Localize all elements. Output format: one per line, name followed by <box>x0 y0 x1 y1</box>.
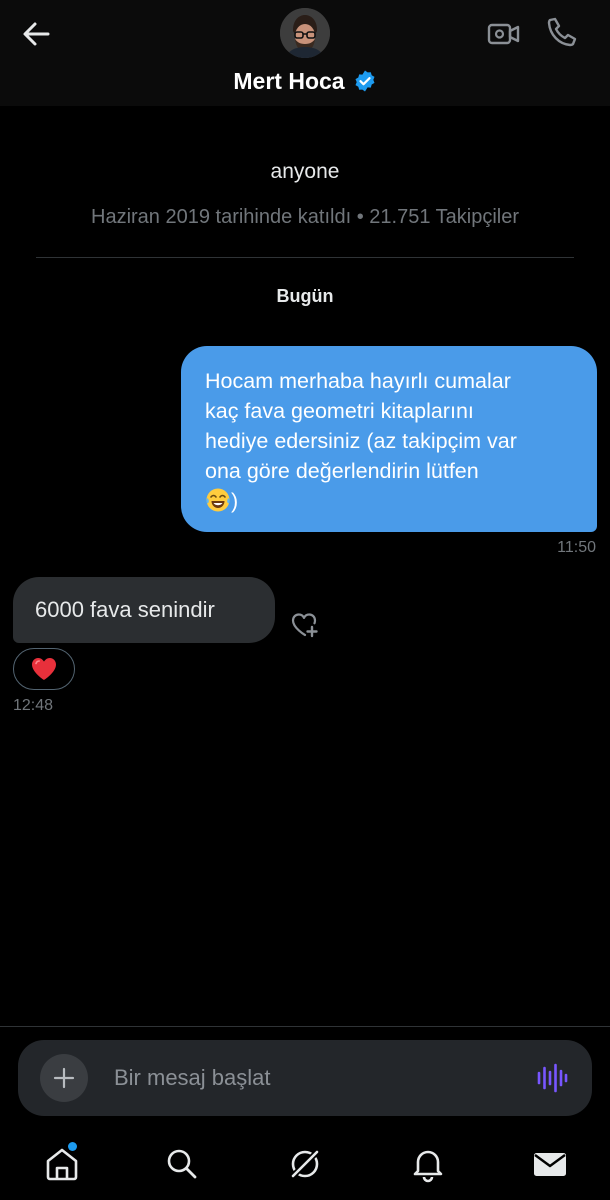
nav-home[interactable] <box>42 1144 82 1184</box>
conversation-header: Mert Hoca <box>0 0 610 106</box>
message-input[interactable] <box>114 1058 514 1098</box>
grok-icon <box>289 1148 321 1180</box>
video-call-icon <box>487 23 520 45</box>
avatar-image <box>280 8 330 58</box>
message-line: kaç fava geometri kitaplarını <box>205 399 474 423</box>
message-line: hediye edersiniz (az takipçim var <box>205 429 517 453</box>
contact-name-row[interactable]: Mert Hoca <box>0 64 610 98</box>
outgoing-message-bubble[interactable]: Hocam merhaba hayırlı cumalar kaç fava g… <box>181 346 597 532</box>
avatar[interactable] <box>280 8 330 58</box>
divider <box>36 257 574 258</box>
profile-handle[interactable]: anyone <box>0 160 610 184</box>
date-separator: Bugün <box>276 286 334 306</box>
video-call-button[interactable] <box>486 16 522 52</box>
voice-waveform-icon <box>537 1063 568 1093</box>
nav-messages[interactable] <box>530 1144 570 1184</box>
nav-grok[interactable] <box>285 1144 325 1184</box>
divider <box>0 1026 610 1027</box>
message-line: ona göre değerlendirin lütfen <box>205 459 479 483</box>
home-notification-dot <box>68 1142 77 1151</box>
bell-icon <box>413 1150 443 1183</box>
heart-plus-icon <box>291 613 318 638</box>
verified-badge-icon <box>355 70 375 92</box>
tears-of-joy-emoji-icon <box>206 488 230 512</box>
nav-search[interactable] <box>162 1144 202 1184</box>
bottom-navigation <box>0 1128 610 1200</box>
nav-notifications[interactable] <box>408 1144 448 1184</box>
voice-call-button[interactable] <box>544 14 580 50</box>
message-timestamp: 11:50 <box>557 539 596 556</box>
message-composer <box>18 1040 592 1116</box>
contact-name: Mert Hoca <box>233 67 345 94</box>
add-reaction-button[interactable] <box>288 608 322 642</box>
add-media-button[interactable] <box>40 1054 88 1102</box>
mail-icon <box>534 1153 566 1176</box>
voice-message-button[interactable] <box>534 1060 570 1096</box>
message-line-last: ) <box>205 486 573 516</box>
reaction-chip[interactable] <box>13 648 75 690</box>
dm-conversation-screen: Mert Hoca anyone Haziran 2019 tarihinde … <box>0 0 610 1200</box>
message-timestamp: 12:48 <box>13 697 54 714</box>
home-icon <box>46 1148 78 1181</box>
message-line: Hocam merhaba hayırlı cumalar <box>205 369 511 393</box>
plus-icon <box>53 1067 75 1089</box>
back-button[interactable] <box>18 16 54 52</box>
profile-meta: Haziran 2019 tarihinde katıldı • 21.751 … <box>91 206 519 228</box>
arrow-left-icon <box>23 22 50 46</box>
search-icon <box>167 1149 197 1179</box>
incoming-message-bubble[interactable]: 6000 fava senindir <box>13 577 275 643</box>
message-suffix: ) <box>231 489 239 513</box>
red-heart-icon <box>32 658 56 680</box>
phone-icon <box>547 17 577 47</box>
message-text: 6000 fava senindir <box>35 597 215 622</box>
